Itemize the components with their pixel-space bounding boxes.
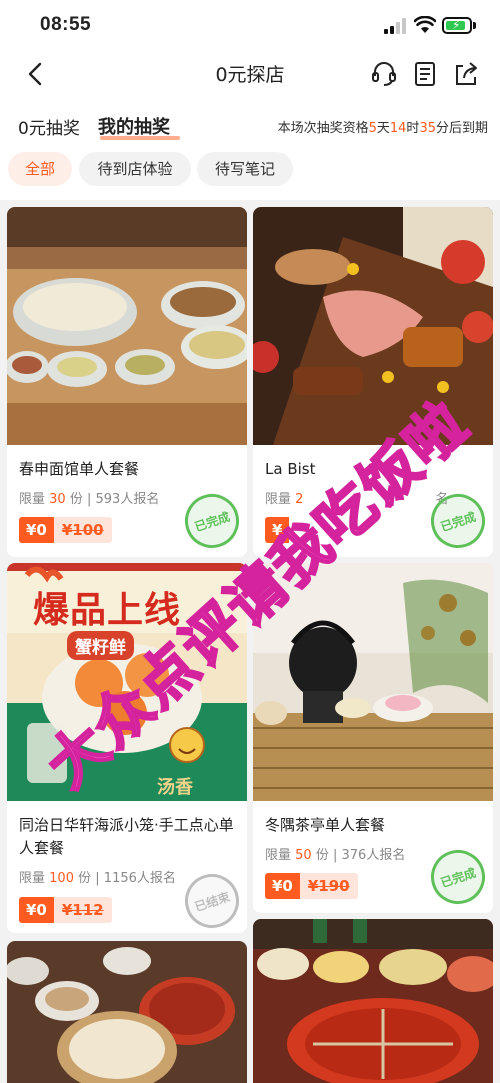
deal-title: 春申面馆单人套餐 — [19, 460, 140, 478]
draw-deadline: 本场次抽奖资格5天14时35分后到期 — [277, 121, 488, 136]
deal-price: ¥ — [265, 517, 290, 543]
charging-icon: ⚡ — [452, 18, 461, 32]
status-bar: 08:55 ⚡ — [0, 0, 500, 50]
price-tag: ¥0 ¥190 — [265, 873, 358, 899]
original-price: ¥112 — [53, 897, 112, 923]
poster-subtitle: 蟹籽鲜 — [67, 631, 134, 660]
deal-price: ¥0 — [265, 873, 300, 899]
completed-stamp: 已完成 — [177, 486, 247, 556]
share-icon[interactable] — [452, 60, 480, 88]
deal-meta: 限量 50 份 | 376人报名 — [265, 848, 406, 863]
tab-free-draw[interactable]: 0元抽奖 — [18, 114, 80, 139]
price-tag: ¥ — [265, 517, 290, 543]
battery-cap — [473, 22, 476, 29]
tea-set-image — [253, 563, 493, 801]
tab-bar: 0元抽奖 我的抽奖 本场次抽奖资格5天14时35分后到期 — [0, 98, 500, 144]
hotpot-set-image — [7, 941, 247, 1083]
filter-chips: 全部 待到店体验 待写笔记 — [0, 144, 500, 200]
deal-meta: 限量 30 份 | 593人报名 — [19, 492, 160, 507]
deal-card[interactable]: 春申面馆单人套餐 限量 30 份 | 593人报名 ¥0 ¥100 已完成 — [7, 207, 247, 557]
noodle-set-image — [7, 207, 247, 445]
deal-meta: 限量 2名 — [265, 492, 449, 507]
deal-meta: 限量 100 份 | 1156人报名 — [19, 871, 176, 886]
wifi-icon — [414, 16, 436, 33]
filter-all[interactable]: 全部 — [8, 152, 72, 186]
deal-price: ¥0 — [19, 897, 54, 923]
deal-card[interactable]: 爆品上线 蟹籽鲜 汤香 同治日华轩海派小笼·手工点心单人套餐 限量 100 份 … — [7, 563, 247, 933]
deal-card[interactable]: La Bist 限量 2名 ¥ 已完成 — [253, 207, 493, 557]
cellular-signal-icon — [384, 18, 408, 34]
notes-icon[interactable] — [411, 60, 439, 88]
deal-title: 同治日华轩海派小笼·手工点心单人套餐 — [19, 816, 234, 857]
tab-my-draws[interactable]: 我的抽奖 — [98, 113, 170, 139]
original-price: ¥100 — [53, 517, 112, 543]
customer-service-icon[interactable] — [370, 60, 398, 88]
deal-card[interactable] — [253, 919, 493, 1083]
deal-title: 冬隅茶亭单人套餐 — [265, 816, 386, 834]
filter-to-write[interactable]: 待写笔记 — [197, 152, 293, 186]
charcuterie-board-image — [253, 207, 493, 445]
nav-bar: 0元探店 — [0, 50, 500, 98]
price-tag: ¥0 ¥112 — [19, 897, 112, 923]
poster-headline: 爆品上线 — [33, 590, 182, 631]
completed-stamp: 已完成 — [423, 842, 493, 912]
spicy-hotpot-image — [253, 919, 493, 1083]
poster-tail: 汤香 — [157, 777, 193, 798]
deal-card[interactable] — [7, 941, 247, 1083]
price-tag: ¥0 ¥100 — [19, 517, 112, 543]
status-time: 08:55 — [40, 14, 92, 35]
filter-to-visit[interactable]: 待到店体验 — [79, 152, 191, 186]
ended-stamp: 已结束 — [177, 866, 247, 933]
deal-card[interactable]: 冬隅茶亭单人套餐 限量 50 份 | 376人报名 ¥0 ¥190 已完成 — [253, 563, 493, 913]
original-price: ¥190 — [299, 873, 358, 899]
deal-title: La Bist — [265, 460, 316, 478]
deal-price: ¥0 — [19, 517, 54, 543]
